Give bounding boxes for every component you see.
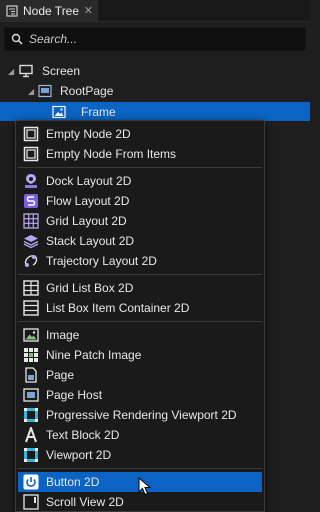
empty-node-icon (23, 126, 39, 142)
power-button-icon (23, 474, 39, 490)
menu-item-flow-layout-2d[interactable]: Flow Layout 2D (18, 191, 262, 211)
flow-layout-icon (24, 194, 38, 208)
menu-item-label: Page Host (46, 388, 103, 402)
menu-item-label: Empty Node 2D (46, 127, 131, 141)
tree-item-screen[interactable]: ◢ Screen (8, 61, 80, 81)
menu-item-grid-layout-2d[interactable]: Grid Layout 2D (18, 211, 262, 231)
page-host-icon (23, 388, 39, 402)
page-icon (38, 84, 52, 98)
menu-item-stack-layout-2d[interactable]: Stack Layout 2D (18, 231, 262, 251)
image-icon (23, 328, 39, 342)
menu-separator (18, 167, 262, 168)
menu-item-image[interactable]: Image (18, 325, 262, 345)
search-box (4, 27, 306, 51)
menu-item-label: Grid List Box 2D (46, 281, 134, 295)
menu-separator (18, 321, 262, 322)
viewport-icon (24, 448, 38, 462)
menu-item-empty-node-2d[interactable]: Empty Node 2D (18, 124, 262, 144)
dock-layout-icon (25, 174, 37, 188)
menu-item-label: Page (46, 368, 75, 382)
tree-item-frame[interactable]: Frame (0, 102, 310, 121)
close-icon[interactable]: ✕ (84, 4, 93, 17)
tree-label-screen: Screen (42, 64, 81, 78)
search-icon (11, 33, 23, 45)
trajectory-layout-icon (24, 255, 38, 267)
menu-item-label: Empty Node From Items (46, 147, 177, 161)
menu-item-label: List Box Item Container 2D (46, 301, 190, 315)
menu-item-label: Button 2D (46, 475, 100, 489)
tree-label-rootpage: RootPage (60, 84, 114, 98)
image-icon (52, 105, 66, 118)
menu-separator (18, 274, 262, 275)
expand-arrow-icon[interactable]: ◢ (8, 67, 18, 76)
menu-item-label: Image (46, 328, 80, 342)
tab-bar: Node Tree ✕ (0, 0, 310, 22)
nine-patch-icon (24, 348, 38, 362)
menu-item-label: Nine Patch Image (46, 348, 142, 362)
menu-item-label: Stack Layout 2D (46, 234, 135, 248)
menu-item-page[interactable]: Page (18, 365, 262, 385)
menu-item-label: Grid Layout 2D (46, 214, 127, 228)
menu-item-progressive-rendering-viewport-2d[interactable]: Progressive Rendering Viewport 2D (18, 405, 262, 425)
menu-item-grid-list-box-2d[interactable]: Grid List Box 2D (18, 278, 262, 298)
tab-label: Node Tree (23, 4, 80, 18)
menu-item-viewport-2d[interactable]: Viewport 2D (18, 445, 262, 465)
node-tree-icon (6, 5, 18, 17)
menu-separator (18, 468, 262, 469)
tree-item-rootpage[interactable]: ◢ RootPage (28, 81, 113, 101)
search-input[interactable] (29, 32, 305, 46)
menu-item-dock-layout-2d[interactable]: Dock Layout 2D (18, 171, 262, 191)
scroll-view-icon (23, 494, 39, 510)
menu-item-label: Progressive Rendering Viewport 2D (46, 408, 237, 422)
menu-item-label: Viewport 2D (46, 448, 112, 462)
menu-item-label: Dock Layout 2D (46, 174, 132, 188)
grid-layout-icon (23, 213, 39, 229)
empty-node-icon (23, 146, 39, 162)
menu-item-trajectory-layout-2d[interactable]: Trajectory Layout 2D (18, 251, 262, 271)
menu-item-empty-node-from-items[interactable]: Empty Node From Items (18, 144, 262, 164)
stack-layout-icon (23, 235, 39, 249)
menu-item-label: Scroll View 2D (46, 495, 124, 509)
menu-item-list-box-item-container-2d[interactable]: List Box Item Container 2D (18, 298, 262, 318)
mouse-cursor-icon (138, 477, 152, 496)
page-icon (25, 367, 37, 383)
viewport-icon (24, 408, 38, 422)
list-box-icon (23, 300, 39, 316)
menu-item-page-host[interactable]: Page Host (18, 385, 262, 405)
tree-label-frame: Frame (81, 104, 116, 119)
menu-item-nine-patch-image[interactable]: Nine Patch Image (18, 345, 262, 365)
expand-arrow-icon[interactable]: ◢ (28, 87, 38, 96)
monitor-icon (19, 64, 33, 78)
menu-item-label: Text Block 2D (46, 428, 120, 442)
context-menu: Empty Node 2D Empty Node From Items Dock… (15, 120, 265, 512)
menu-item-text-block-2d[interactable]: Text Block 2D (18, 425, 262, 445)
menu-item-label: Trajectory Layout 2D (46, 254, 157, 268)
menu-item-label: Flow Layout 2D (46, 194, 130, 208)
tab-node-tree[interactable]: Node Tree ✕ (0, 0, 98, 22)
grid-list-box-icon (23, 280, 39, 296)
text-block-icon (25, 427, 37, 443)
